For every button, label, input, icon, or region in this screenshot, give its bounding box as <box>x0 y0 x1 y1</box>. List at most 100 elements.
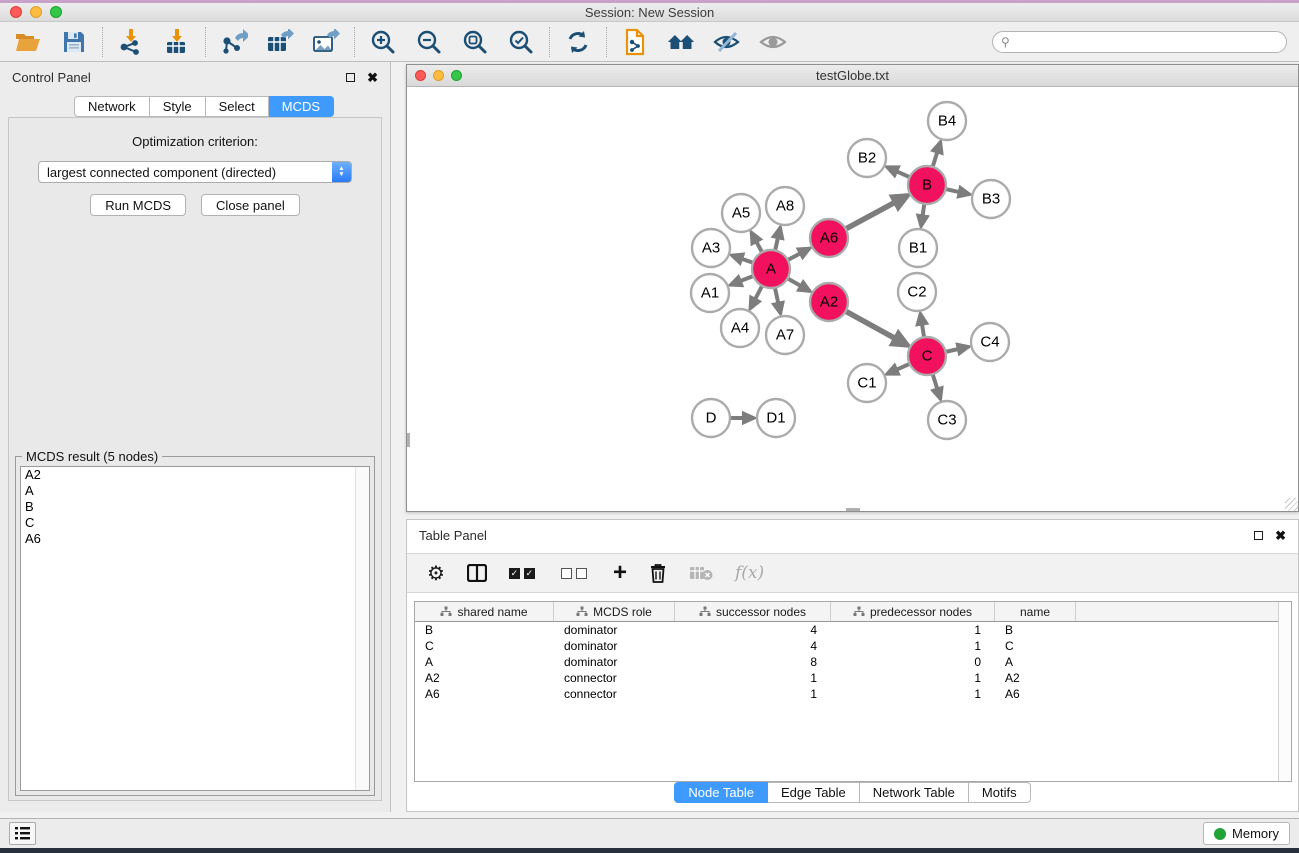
open-file-icon[interactable] <box>14 28 42 56</box>
graph-node-D1[interactable]: D1 <box>757 399 795 437</box>
add-column-icon[interactable]: + <box>613 561 627 585</box>
show-all-icon[interactable] <box>667 28 695 56</box>
graph-edge-B-B3[interactable] <box>946 189 970 194</box>
result-item[interactable]: C <box>21 515 369 531</box>
table-row[interactable]: Adominator80A <box>415 654 1291 670</box>
float-table-panel-icon[interactable] <box>1254 531 1263 540</box>
table-tab-node-table[interactable]: Node Table <box>674 782 768 803</box>
table-row[interactable]: Bdominator41B <box>415 622 1291 638</box>
graph-node-B4[interactable]: B4 <box>928 102 966 140</box>
table-cell[interactable]: B <box>415 623 554 637</box>
graph-node-A1[interactable]: A1 <box>691 274 729 312</box>
graph-node-A7[interactable]: A7 <box>766 316 804 354</box>
export-image-icon[interactable] <box>312 28 340 56</box>
table-cell[interactable]: C <box>995 639 1076 653</box>
graph-node-C[interactable]: C <box>908 337 946 375</box>
export-network-icon[interactable] <box>220 28 248 56</box>
graph-node-A3[interactable]: A3 <box>692 229 730 267</box>
graph-node-A8[interactable]: A8 <box>766 187 804 225</box>
column-header-shared-name[interactable]: shared name <box>415 602 554 621</box>
graph-node-C3[interactable]: C3 <box>928 401 966 439</box>
float-panel-icon[interactable] <box>346 73 355 82</box>
graph-edge-A-A1[interactable] <box>730 276 753 285</box>
duplicate-network-icon[interactable] <box>621 28 649 56</box>
graph-node-A5[interactable]: A5 <box>722 194 760 232</box>
export-table-icon[interactable] <box>266 28 294 56</box>
table-cell[interactable]: A <box>995 655 1076 669</box>
graph-edge-A-A3[interactable] <box>732 255 753 262</box>
close-table-panel-icon[interactable]: ✖ <box>1275 529 1286 542</box>
tab-style[interactable]: Style <box>150 96 206 117</box>
graph-node-C4[interactable]: C4 <box>971 323 1009 361</box>
graph-edge-C-C3[interactable] <box>933 374 941 399</box>
column-header-predecessor-nodes[interactable]: predecessor nodes <box>831 602 995 621</box>
graph-edge-A-A5[interactable] <box>751 232 762 252</box>
graph-edge-B-B2[interactable] <box>887 167 910 177</box>
graph-edge-A6-B[interactable] <box>846 195 908 228</box>
graph-edge-A-A8[interactable] <box>775 227 780 250</box>
table-cell[interactable]: dominator <box>554 623 675 637</box>
show-graphics-details-icon[interactable] <box>759 28 787 56</box>
mcds-result-list[interactable]: A2ABCA6 <box>20 466 370 791</box>
function-builder-icon[interactable]: f(x) <box>735 561 764 585</box>
network-window-titlebar[interactable]: testGlobe.txt <box>407 65 1298 87</box>
close-panel-button[interactable]: Close panel <box>201 194 300 216</box>
table-cell[interactable]: A6 <box>415 687 554 701</box>
run-mcds-button[interactable]: Run MCDS <box>90 194 186 216</box>
table-cell[interactable]: 0 <box>831 655 995 669</box>
hide-selected-icon[interactable] <box>713 28 741 56</box>
vertical-scroll-thumb[interactable] <box>407 433 410 447</box>
show-column-icon[interactable] <box>467 561 487 585</box>
table-cell[interactable]: 1 <box>831 687 995 701</box>
table-cell[interactable]: B <box>995 623 1076 637</box>
network-canvas[interactable]: B4B2BB3A8A5A6B1A3AC2A1A2A4A7C4CC1C3DD1 <box>407 87 1298 511</box>
table-cell[interactable]: 1 <box>675 671 831 685</box>
horizontal-scroll-thumb[interactable] <box>846 508 860 511</box>
table-cell[interactable]: C <box>415 639 554 653</box>
zoom-out-icon[interactable] <box>415 28 443 56</box>
graph-node-C1[interactable]: C1 <box>848 364 886 402</box>
table-cell[interactable]: connector <box>554 671 675 685</box>
save-session-icon[interactable] <box>60 28 88 56</box>
graph-node-B3[interactable]: B3 <box>972 180 1010 218</box>
graph-node-A2[interactable]: A2 <box>810 283 848 321</box>
graph-edge-A-A7[interactable] <box>775 288 780 314</box>
graph-edge-A-A4[interactable] <box>750 286 762 309</box>
result-scrollbar[interactable] <box>355 467 369 790</box>
search-input[interactable] <box>1014 35 1278 49</box>
select-all-icon[interactable]: ✓✓ <box>509 561 539 585</box>
graph-node-B[interactable]: B <box>908 166 946 204</box>
table-tab-network-table[interactable]: Network Table <box>860 782 969 803</box>
search-box[interactable]: ⚲ <box>992 31 1287 53</box>
result-item[interactable]: A <box>21 483 369 499</box>
table-cell[interactable]: 1 <box>831 671 995 685</box>
table-row[interactable]: A6connector11A6 <box>415 686 1291 702</box>
graph-edge-B-B4[interactable] <box>933 142 941 167</box>
tab-mcds[interactable]: MCDS <box>269 96 334 117</box>
graph-edge-B-B1[interactable] <box>921 204 924 226</box>
resize-grip[interactable] <box>1285 498 1298 511</box>
graph-edge-C-C1[interactable] <box>887 364 910 374</box>
column-header-successor-nodes[interactable]: successor nodes <box>675 602 831 621</box>
import-table-icon[interactable] <box>163 28 191 56</box>
table-cell[interactable]: A2 <box>415 671 554 685</box>
table-cell[interactable]: dominator <box>554 639 675 653</box>
tab-select[interactable]: Select <box>206 96 269 117</box>
table-cell[interactable]: 1 <box>831 623 995 637</box>
table-tab-edge-table[interactable]: Edge Table <box>768 782 860 803</box>
graph-node-A4[interactable]: A4 <box>721 309 759 347</box>
tab-network[interactable]: Network <box>74 96 150 117</box>
table-row[interactable]: A2connector11A2 <box>415 670 1291 686</box>
memory-button[interactable]: Memory <box>1203 822 1290 845</box>
table-row[interactable]: Cdominator41C <box>415 638 1291 654</box>
table-options-icon[interactable]: ⚙ <box>427 561 445 585</box>
deselect-all-icon[interactable] <box>561 561 591 585</box>
import-network-icon[interactable] <box>117 28 145 56</box>
network-graph[interactable]: B4B2BB3A8A5A6B1A3AC2A1A2A4A7C4CC1C3DD1 <box>407 87 1298 511</box>
graph-node-D[interactable]: D <box>692 399 730 437</box>
table-cell[interactable]: A6 <box>995 687 1076 701</box>
zoom-fit-icon[interactable] <box>461 28 489 56</box>
graph-node-C2[interactable]: C2 <box>898 273 936 311</box>
table-cell[interactable]: 4 <box>675 623 831 637</box>
zoom-selected-icon[interactable] <box>507 28 535 56</box>
